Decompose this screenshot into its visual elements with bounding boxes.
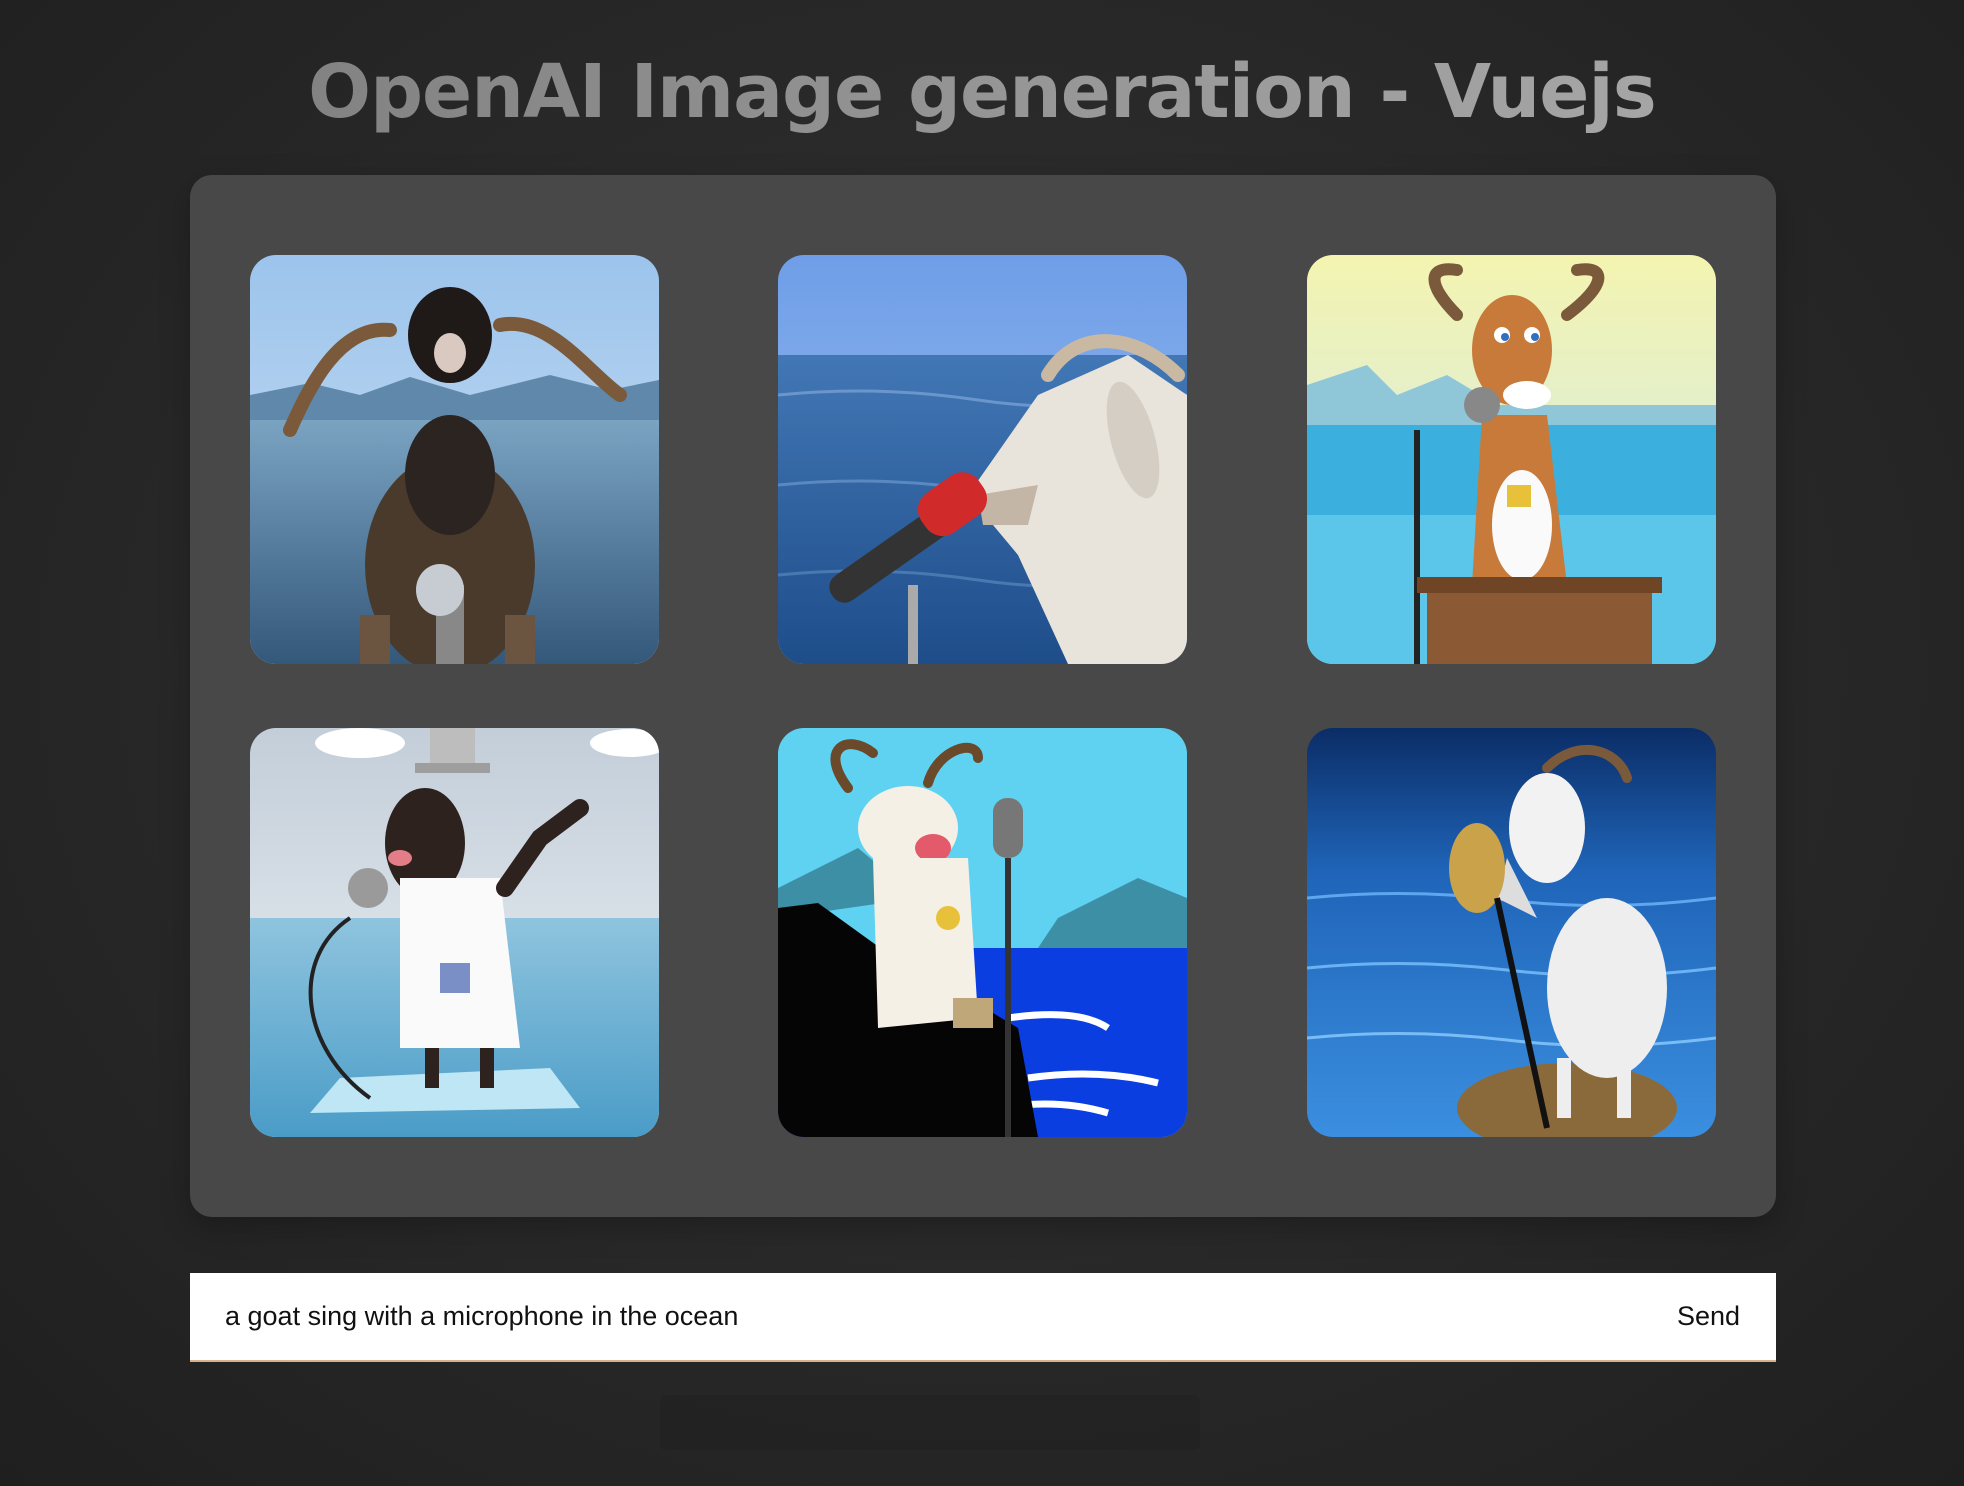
send-button[interactable]: Send [1657, 1273, 1776, 1360]
goat-image [778, 728, 1187, 1137]
generated-image-6[interactable] [1307, 728, 1716, 1137]
footer-shadow [660, 1395, 1200, 1450]
page-title: OpenAI Image generation - Vuejs [0, 44, 1964, 140]
goat-image [1307, 728, 1716, 1137]
goat-image [250, 728, 659, 1137]
image-gallery [190, 175, 1776, 1217]
generated-image-2[interactable] [778, 255, 1187, 664]
generated-image-1[interactable] [250, 255, 659, 664]
goat-image [250, 255, 659, 664]
generated-image-3[interactable] [1307, 255, 1716, 664]
generated-image-4[interactable] [250, 728, 659, 1137]
generated-image-5[interactable] [778, 728, 1187, 1137]
prompt-form: Send [190, 1273, 1776, 1362]
prompt-input[interactable] [190, 1273, 1657, 1360]
goat-image [778, 255, 1187, 664]
goat-image [1307, 255, 1716, 664]
